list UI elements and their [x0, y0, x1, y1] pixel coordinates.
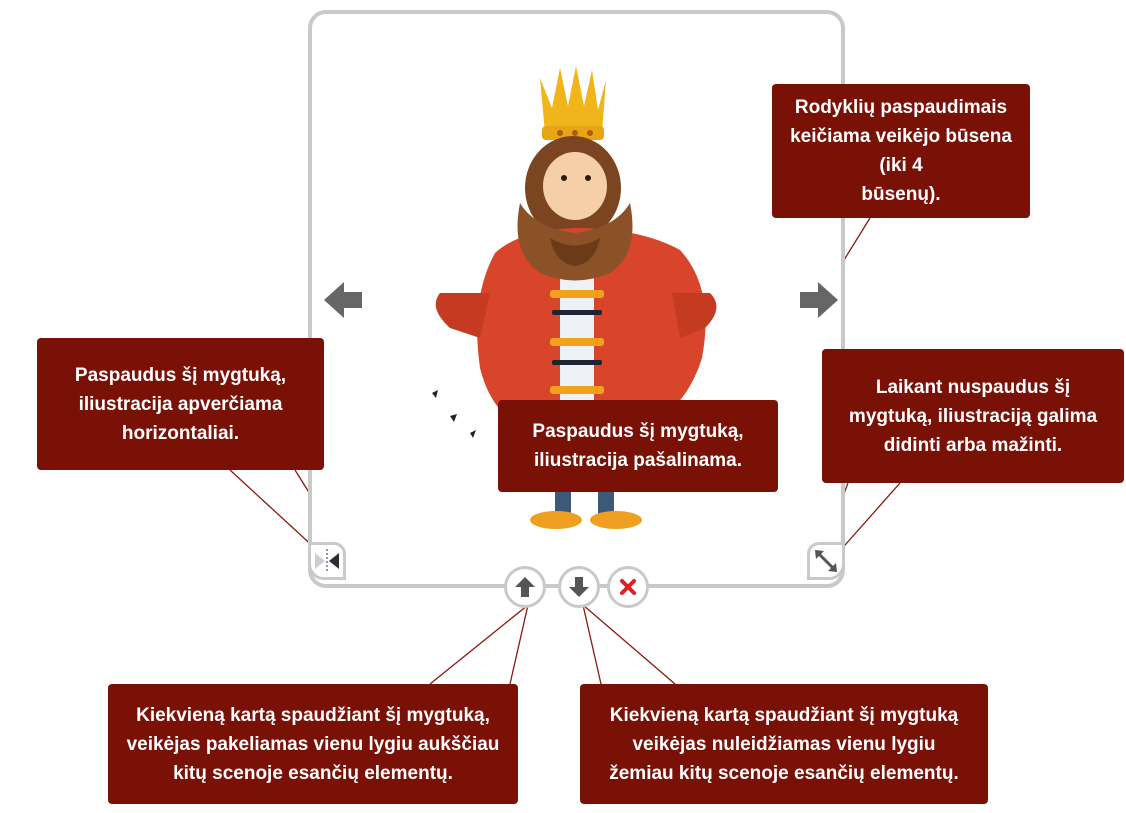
- callout-raise-layer-text: Kiekvieną kartą spaudžiant šį mygtuką, v…: [126, 704, 500, 784]
- flip-horizontal-icon: [315, 549, 339, 573]
- delete-button[interactable]: [607, 566, 649, 608]
- flip-horizontal-button[interactable]: [308, 542, 346, 580]
- resize-button[interactable]: [807, 542, 845, 580]
- callout-flip: Paspaudus šį mygtuką, iliustracija apver…: [37, 338, 324, 470]
- move-up-button[interactable]: [504, 566, 546, 608]
- callout-lower-layer: Kiekvieną kartą spaudžiant šį mygtuką ve…: [580, 684, 988, 804]
- callout-flip-text: Paspaudus šį mygtuką, iliustracija apver…: [74, 364, 287, 444]
- callout-resize-text: Laikant nuspaudus šį mygtuką, iliustraci…: [848, 376, 1098, 456]
- crown: [540, 66, 606, 140]
- next-state-arrow-icon[interactable]: [796, 278, 840, 322]
- callout-remove-text: Paspaudus šį mygtuką, iliustracija pašal…: [532, 421, 744, 471]
- callout-resize: Laikant nuspaudus šį mygtuką, iliustraci…: [822, 349, 1124, 483]
- callout-raise-layer: Kiekvieną kartą spaudžiant šį mygtuką, v…: [108, 684, 518, 804]
- resize-icon: [815, 550, 837, 572]
- prev-state-arrow-icon[interactable]: [322, 278, 366, 322]
- callout-state-arrows-text: Rodyklių paspaudimais keičiama veikėjo b…: [790, 97, 1012, 205]
- callout-lower-layer-text: Kiekvieną kartą spaudžiant šį mygtuką ve…: [609, 704, 959, 784]
- callout-state-arrows: Rodyklių paspaudimais keičiama veikėjo b…: [772, 84, 1030, 218]
- move-up-icon: [515, 577, 535, 597]
- callout-remove: Paspaudus šį mygtuką, iliustracija pašal…: [498, 400, 778, 492]
- move-down-icon: [569, 577, 589, 597]
- move-down-button[interactable]: [558, 566, 600, 608]
- delete-x-icon: [620, 579, 636, 595]
